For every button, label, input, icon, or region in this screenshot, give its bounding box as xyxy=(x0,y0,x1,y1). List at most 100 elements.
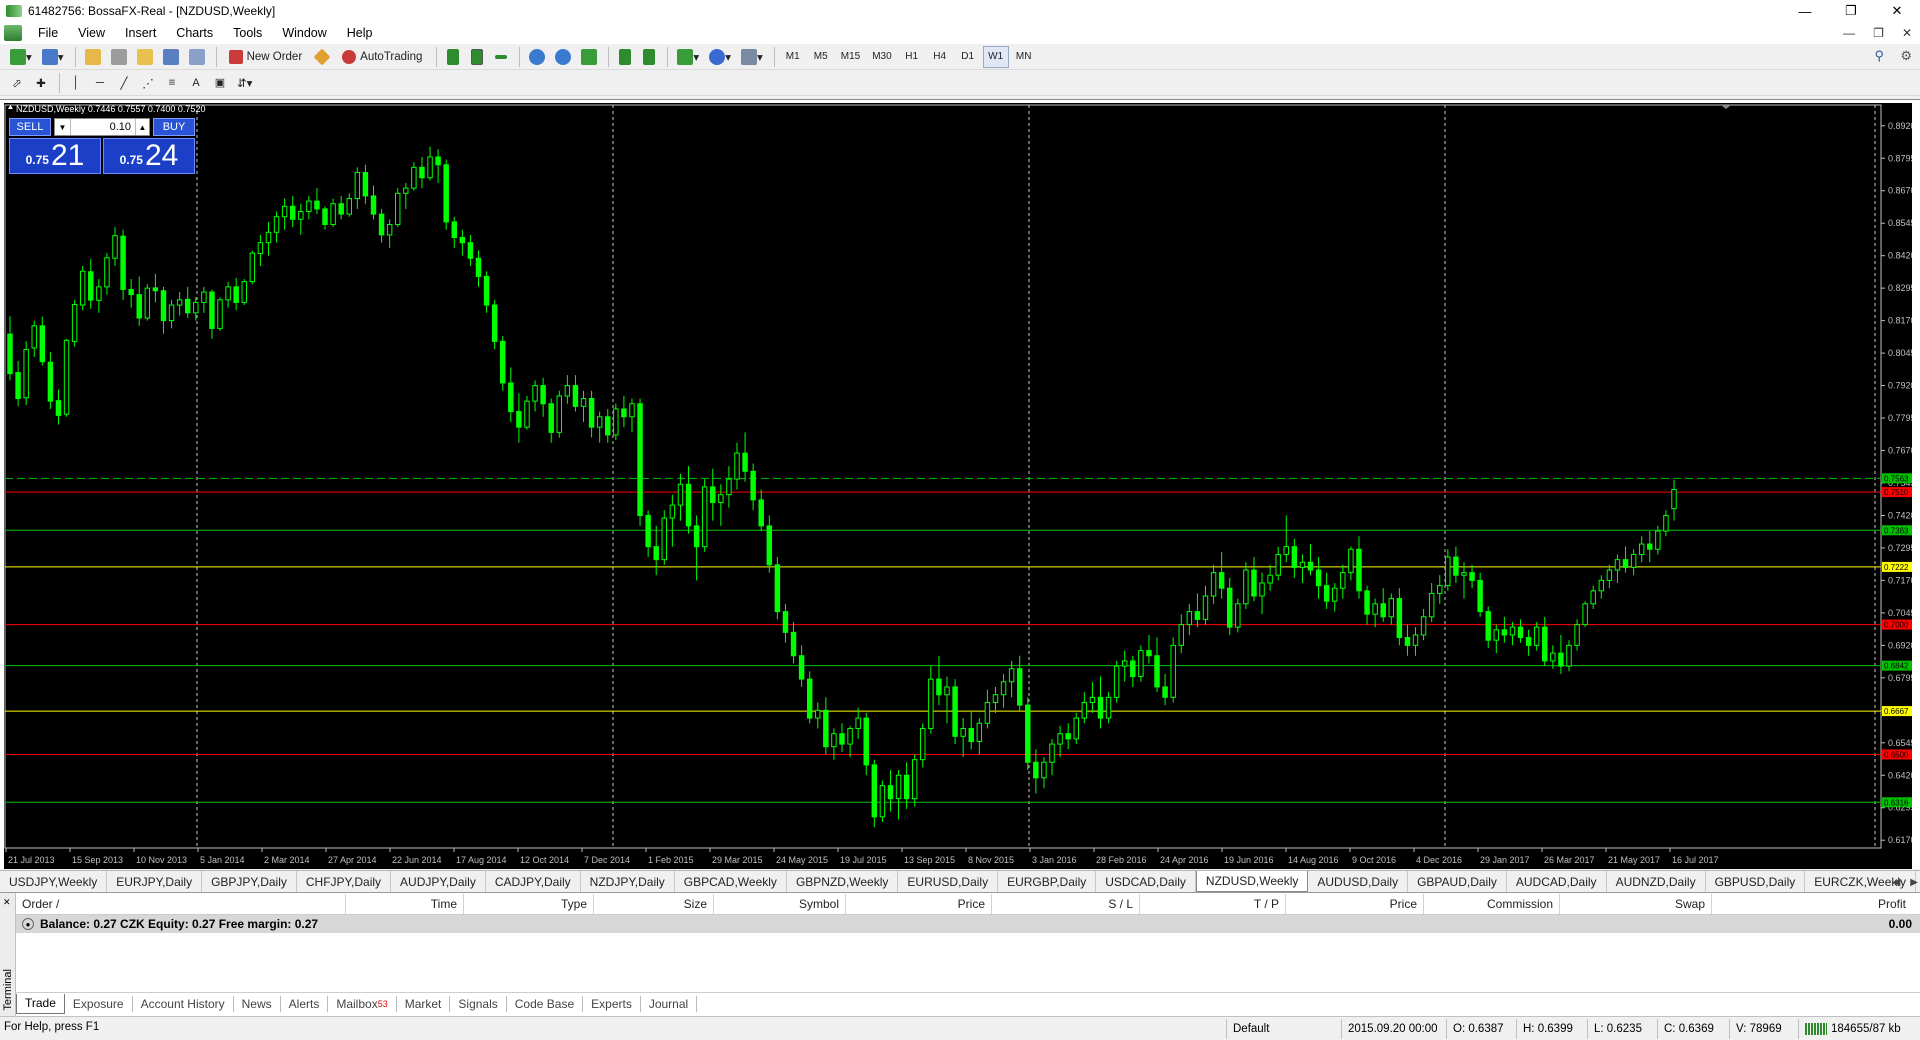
terminal-tab-trade[interactable]: Trade xyxy=(16,993,65,1014)
lot-dropdown-icon[interactable]: ▼ xyxy=(55,119,71,135)
market-watch-button[interactable] xyxy=(81,46,105,68)
chart-minimize-icon[interactable]: — xyxy=(1843,26,1855,40)
candlestick-button[interactable] xyxy=(466,46,488,68)
profile-name[interactable]: Default xyxy=(1226,1019,1341,1039)
menu-window[interactable]: Window xyxy=(272,26,336,40)
lot-increase-icon[interactable]: ▲ xyxy=(135,119,149,135)
buy-price-button[interactable]: 0.75 24 xyxy=(103,138,195,174)
restore-icon[interactable]: ❐ xyxy=(1828,0,1874,22)
col-type[interactable]: Type xyxy=(464,893,594,914)
chart-tab-eurjpy-daily[interactable]: EURJPY,Daily xyxy=(107,871,203,892)
price-chart[interactable]: 0.8920 0.8795 0.8670 0.8545 0.8420 0.8295 0.81… xyxy=(4,103,1912,869)
connection-status[interactable]: 184655/87 kb xyxy=(1798,1019,1918,1039)
fibonacci-button[interactable]: ≡ xyxy=(161,72,183,94)
terminal-tab-mailbox[interactable]: Mailbox 53 xyxy=(328,995,397,1012)
channel-button[interactable]: ⋰ xyxy=(137,72,159,94)
timeframe-h4[interactable]: H4 xyxy=(927,46,953,68)
chart-tab-gbpusd-daily[interactable]: GBPUSD,Daily xyxy=(1706,871,1806,892)
terminal-tab-experts[interactable]: Experts xyxy=(583,995,641,1012)
horizontal-line-button[interactable]: ─ xyxy=(89,72,111,94)
autoscroll-button[interactable] xyxy=(614,46,636,68)
col-price[interactable]: Price xyxy=(846,893,992,914)
terminal-close-icon[interactable]: ✕ xyxy=(3,897,11,908)
chart-tab-audjpy-daily[interactable]: AUDJPY,Daily xyxy=(391,871,486,892)
new-chart-button[interactable]: ▾ xyxy=(6,46,36,68)
terminal-tab-alerts[interactable]: Alerts xyxy=(281,995,329,1012)
timeframe-m15[interactable]: M15 xyxy=(836,46,865,68)
col-symbol[interactable]: Symbol xyxy=(714,893,846,914)
col-size[interactable]: Size xyxy=(594,893,714,914)
terminal-tab-account-history[interactable]: Account History xyxy=(133,995,234,1012)
col-swap[interactable]: Swap xyxy=(1560,893,1712,914)
col-time[interactable]: Time xyxy=(346,893,464,914)
timeframe-d1[interactable]: D1 xyxy=(955,46,981,68)
chart-tab-chfjpy-daily[interactable]: CHFJPY,Daily xyxy=(297,871,392,892)
chart-tab-audcad-daily[interactable]: AUDCAD,Daily xyxy=(1507,871,1607,892)
chart-tab-gbpaud-daily[interactable]: GBPAUD,Daily xyxy=(1408,871,1507,892)
search-icon[interactable]: ⚲ xyxy=(1874,48,1884,64)
chart-tab-usdcad-daily[interactable]: USDCAD,Daily xyxy=(1096,871,1196,892)
profiles-button[interactable]: ▾ xyxy=(38,46,68,68)
indicators-button[interactable]: ▾ xyxy=(673,46,703,68)
col-profit[interactable]: Profit xyxy=(1712,894,1912,914)
menu-charts[interactable]: Charts xyxy=(166,26,223,40)
col-order[interactable]: Order / xyxy=(16,893,346,914)
sell-price-button[interactable]: 0.75 21 xyxy=(9,138,101,174)
chart-close-icon[interactable]: ✕ xyxy=(1902,26,1912,40)
data-window-button[interactable] xyxy=(107,46,131,68)
new-order-button[interactable]: New Order xyxy=(222,46,310,68)
minimize-icon[interactable]: — xyxy=(1782,0,1828,22)
terminal-tab-news[interactable]: News xyxy=(234,995,281,1012)
terminal-button[interactable] xyxy=(159,46,183,68)
periods-button[interactable]: ▾ xyxy=(705,46,735,68)
menu-tools[interactable]: Tools xyxy=(223,26,272,40)
menu-view[interactable]: View xyxy=(68,26,115,40)
buy-button[interactable]: BUY xyxy=(153,118,195,136)
timeframe-h1[interactable]: H1 xyxy=(899,46,925,68)
chart-tab-cadjpy-daily[interactable]: CADJPY,Daily xyxy=(486,871,581,892)
text-label-button[interactable]: ▣ xyxy=(209,72,231,94)
menu-help[interactable]: Help xyxy=(337,26,383,40)
menu-insert[interactable]: Insert xyxy=(115,26,166,40)
timeframe-m5[interactable]: M5 xyxy=(808,46,834,68)
chart-tab-audusd-daily[interactable]: AUDUSD,Daily xyxy=(1308,871,1409,892)
menu-file[interactable]: File xyxy=(28,26,68,40)
chart-tab-gbpnzd-weekly[interactable]: GBPNZD,Weekly xyxy=(787,871,899,892)
tab-right-icon[interactable]: ▶ xyxy=(1910,877,1918,888)
chart-window-icon[interactable] xyxy=(4,25,22,41)
chart-tab-eurusd-daily[interactable]: EURUSD,Daily xyxy=(898,871,999,892)
chart-restore-icon[interactable]: ❐ xyxy=(1873,26,1884,40)
autotrading-button[interactable]: AutoTrading xyxy=(335,46,429,68)
metaeditor-button[interactable] xyxy=(311,46,333,68)
sell-button[interactable]: SELL xyxy=(9,118,51,136)
community-icon[interactable]: ⚙ xyxy=(1900,48,1912,64)
col-close-price[interactable]: Price xyxy=(1286,893,1424,914)
trendline-button[interactable]: ╱ xyxy=(113,72,135,94)
chart-tab-usdjpy-weekly[interactable]: USDJPY,Weekly xyxy=(0,871,108,892)
col-tp[interactable]: T / P xyxy=(1140,893,1286,914)
tab-left-icon[interactable]: ◀ xyxy=(1893,877,1901,888)
zoom-out-button[interactable] xyxy=(551,46,575,68)
templates-button[interactable]: ▾ xyxy=(737,46,767,68)
chart-tab-gbpjpy-daily[interactable]: GBPJPY,Daily xyxy=(202,871,297,892)
zoom-in-button[interactable] xyxy=(525,46,549,68)
chart-tab-audnzd-daily[interactable]: AUDNZD,Daily xyxy=(1607,871,1706,892)
strategy-tester-button[interactable] xyxy=(185,46,209,68)
col-sl[interactable]: S / L xyxy=(992,893,1140,914)
close-icon[interactable]: ✕ xyxy=(1874,0,1920,22)
timeframe-m30[interactable]: M30 xyxy=(867,46,896,68)
text-button[interactable]: A xyxy=(185,72,207,94)
terminal-tab-journal[interactable]: Journal xyxy=(641,995,698,1012)
timeframe-w1[interactable]: W1 xyxy=(982,45,1009,68)
timeframe-m1[interactable]: M1 xyxy=(780,46,806,68)
vertical-line-button[interactable]: │ xyxy=(65,72,87,94)
bar-chart-button[interactable] xyxy=(442,46,464,68)
terminal-tab-market[interactable]: Market xyxy=(397,995,451,1012)
chart-tab-nzdusd-weekly[interactable]: NZDUSD,Weekly xyxy=(1195,871,1309,892)
terminal-tab-code-base[interactable]: Code Base xyxy=(507,995,584,1012)
tile-windows-button[interactable] xyxy=(577,46,601,68)
chart-shift-button[interactable] xyxy=(638,46,660,68)
timeframe-mn[interactable]: MN xyxy=(1011,46,1037,68)
crosshair-button[interactable]: ✚ xyxy=(30,72,52,94)
terminal-tab-exposure[interactable]: Exposure xyxy=(65,995,133,1012)
